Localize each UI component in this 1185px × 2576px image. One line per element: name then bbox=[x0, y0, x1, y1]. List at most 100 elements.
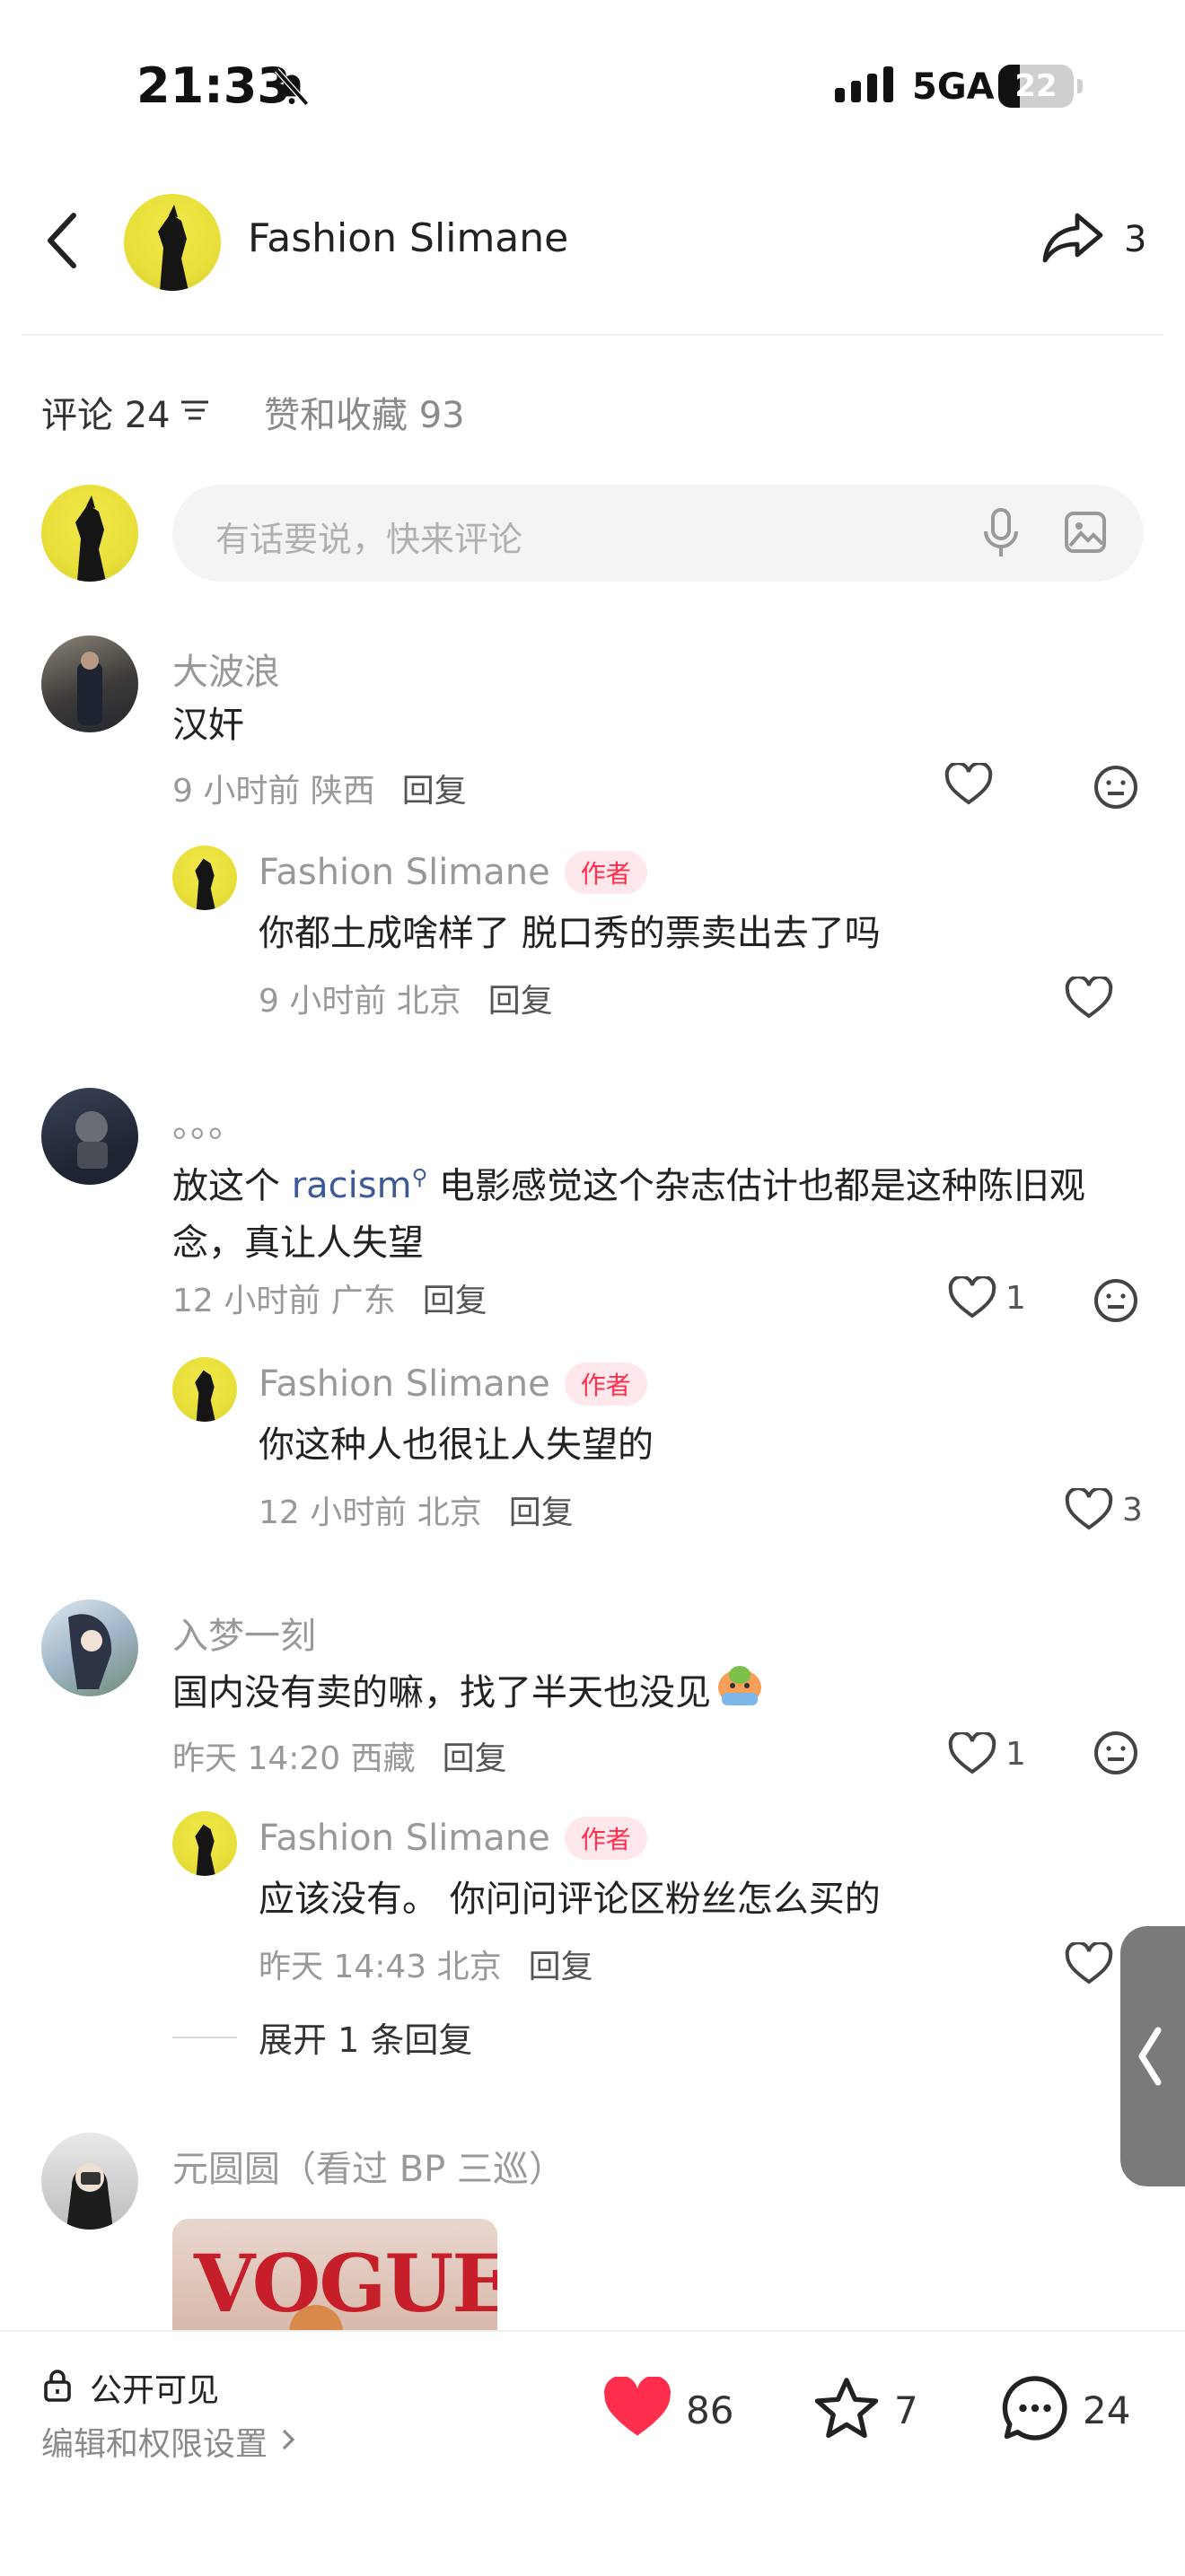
commenter-name[interactable]: 元圆圆（看过 BP 三巡） bbox=[172, 2140, 565, 2192]
like-button[interactable]: 1 bbox=[948, 1276, 1026, 1319]
status-time: 21:33 bbox=[136, 57, 291, 114]
reply-meta: 12 小时前 北京 回复 bbox=[259, 1486, 574, 1533]
reply-button[interactable]: 回复 bbox=[402, 765, 467, 811]
dislike-face-icon[interactable] bbox=[1093, 765, 1138, 810]
status-bar: 21:33 5GA 22 bbox=[0, 0, 1185, 171]
visibility-status: 公开可见 bbox=[41, 2364, 219, 2411]
reply-button[interactable]: 回复 bbox=[443, 1732, 507, 1779]
reply-time-location: 12 小时前 北京 bbox=[259, 1494, 482, 1531]
battery-icon: 22 bbox=[998, 65, 1083, 108]
like-post-button[interactable]: 86 bbox=[601, 2375, 734, 2443]
comment-text-pre: 放这个 bbox=[172, 1165, 292, 1207]
author-avatar[interactable] bbox=[124, 194, 221, 291]
commenter-avatar[interactable] bbox=[41, 635, 138, 732]
author-badge: 作者 bbox=[564, 1362, 647, 1406]
commenter-name[interactable]: 入梦一刻 bbox=[172, 1607, 316, 1659]
comment-button[interactable]: 24 bbox=[1000, 2373, 1130, 2447]
reply-meta: 9 小时前 北京 回复 bbox=[259, 975, 553, 1021]
like-count: 3 bbox=[1122, 1491, 1143, 1529]
star-icon bbox=[812, 2375, 882, 2445]
reply-text: 你这种人也很让人失望的 bbox=[259, 1424, 654, 1466]
vogue-logo-text: VOGUE bbox=[194, 2237, 497, 2330]
edit-settings-link[interactable]: 编辑和权限设置 bbox=[41, 2418, 295, 2465]
reply-button[interactable]: 回复 bbox=[529, 1941, 593, 1987]
commenter-name[interactable]: 大波浪 bbox=[172, 643, 280, 695]
dislike-face-icon[interactable] bbox=[1093, 1730, 1138, 1775]
comment-text: 汉奸 bbox=[172, 705, 244, 746]
commenter-avatar[interactable] bbox=[41, 2133, 138, 2230]
like-heart-icon[interactable] bbox=[944, 763, 993, 806]
reply-meta: 昨天 14:43 北京 回复 bbox=[259, 1941, 593, 1987]
commenter-name[interactable]: 。。。 bbox=[172, 1095, 244, 1147]
share-count: 3 bbox=[1124, 219, 1147, 260]
racism-link[interactable]: racism⚲ bbox=[292, 1165, 427, 1206]
reply-text: 你都土成啥样了 脱口秀的票卖出去了吗 bbox=[259, 913, 881, 954]
crying-emoji-icon bbox=[715, 1660, 765, 1724]
visibility-label: 公开可见 bbox=[90, 2372, 220, 2409]
side-panel-handle[interactable] bbox=[1120, 1926, 1185, 2186]
reply-button[interactable]: 回复 bbox=[423, 1275, 487, 1321]
tab-comments[interactable]: 评论 24 bbox=[41, 386, 210, 438]
edit-settings-label: 编辑和权限设置 bbox=[41, 2426, 268, 2463]
search-icon: ⚲ bbox=[411, 1165, 428, 1190]
reply-avatar[interactable] bbox=[172, 1811, 237, 1876]
sort-icon bbox=[180, 397, 210, 427]
reply-header: Fashion Slimane 作者 bbox=[259, 1817, 647, 1860]
like-heart-icon[interactable] bbox=[1065, 1942, 1113, 1985]
reply-author-name[interactable]: Fashion Slimane bbox=[259, 852, 550, 893]
like-heart-icon bbox=[1065, 1488, 1113, 1531]
back-button[interactable] bbox=[45, 212, 81, 273]
comment-meta: 昨天 14:20 西藏 回复 bbox=[172, 1732, 507, 1779]
reply-text: 应该没有。 你问问评论区粉丝怎么买的 bbox=[259, 1879, 881, 1920]
like-count: 1 bbox=[1005, 1735, 1026, 1773]
reply-avatar[interactable] bbox=[172, 846, 237, 910]
comment-input[interactable]: 有话要说，快来评论 bbox=[172, 485, 1144, 582]
reply-button[interactable]: 回复 bbox=[509, 1486, 574, 1533]
reply-author-name[interactable]: Fashion Slimane bbox=[259, 1363, 550, 1405]
comment-bubble-icon bbox=[1000, 2373, 1070, 2447]
like-heart-icon bbox=[948, 1276, 996, 1319]
page-title: Fashion Slimane bbox=[248, 215, 569, 261]
like-count: 1 bbox=[1005, 1279, 1026, 1317]
racism-link-text: racism bbox=[291, 1165, 412, 1207]
comment-time-location: 昨天 14:20 西藏 bbox=[172, 1740, 416, 1777]
comment-count: 24 bbox=[1083, 2388, 1131, 2432]
network-type: 5GA bbox=[912, 66, 995, 108]
post-like-count: 86 bbox=[686, 2388, 734, 2432]
favorite-count: 7 bbox=[894, 2388, 918, 2432]
author-badge: 作者 bbox=[564, 851, 647, 894]
image-icon[interactable] bbox=[1063, 510, 1108, 558]
reply-time-location: 9 小时前 北京 bbox=[259, 983, 461, 1020]
lock-icon bbox=[41, 2368, 74, 2407]
comment-meta: 9 小时前 陕西 回复 bbox=[172, 765, 467, 811]
reply-header: Fashion Slimane 作者 bbox=[259, 1362, 647, 1406]
share-icon bbox=[1041, 210, 1104, 269]
comment-image[interactable]: VOGUE bbox=[172, 2219, 497, 2330]
bottom-bar: 公开可见 编辑和权限设置 86 7 24 bbox=[0, 2330, 1185, 2576]
reply-button[interactable]: 回复 bbox=[488, 975, 553, 1021]
comment-text: 放这个 racism⚲ 电影感觉这个杂志估计也都是这种陈旧观念，真让人失望 bbox=[172, 1149, 1142, 1272]
favorite-button[interactable]: 7 bbox=[812, 2375, 918, 2445]
commenter-avatar[interactable] bbox=[41, 1599, 138, 1696]
commenter-avatar[interactable] bbox=[41, 1088, 138, 1185]
reply-author-name[interactable]: Fashion Slimane bbox=[259, 1818, 550, 1859]
like-button[interactable]: 3 bbox=[1065, 1488, 1143, 1531]
microphone-icon[interactable] bbox=[980, 506, 1022, 564]
dislike-face-icon[interactable] bbox=[1093, 1278, 1138, 1323]
heart-filled-icon bbox=[601, 2375, 673, 2443]
tab-likes[interactable]: 赞和收藏 93 bbox=[264, 386, 465, 438]
bell-muted-icon bbox=[269, 65, 314, 113]
like-heart-icon[interactable] bbox=[1065, 977, 1113, 1020]
reply-avatar[interactable] bbox=[172, 1357, 237, 1422]
signal-icon bbox=[833, 65, 898, 110]
share-button[interactable]: 3 bbox=[1041, 210, 1146, 269]
expand-replies-button[interactable]: 展开 1 条回复 bbox=[172, 2012, 472, 2062]
tab-comments-label: 评论 24 bbox=[41, 395, 171, 436]
expand-line bbox=[172, 2036, 237, 2038]
comment-time-location: 12 小时前 广东 bbox=[172, 1283, 396, 1319]
like-button[interactable]: 1 bbox=[948, 1732, 1026, 1775]
reply-header: Fashion Slimane 作者 bbox=[259, 851, 647, 894]
user-avatar bbox=[41, 485, 138, 582]
author-badge: 作者 bbox=[564, 1817, 647, 1860]
reply-time-location: 昨天 14:43 北京 bbox=[259, 1949, 502, 1985]
